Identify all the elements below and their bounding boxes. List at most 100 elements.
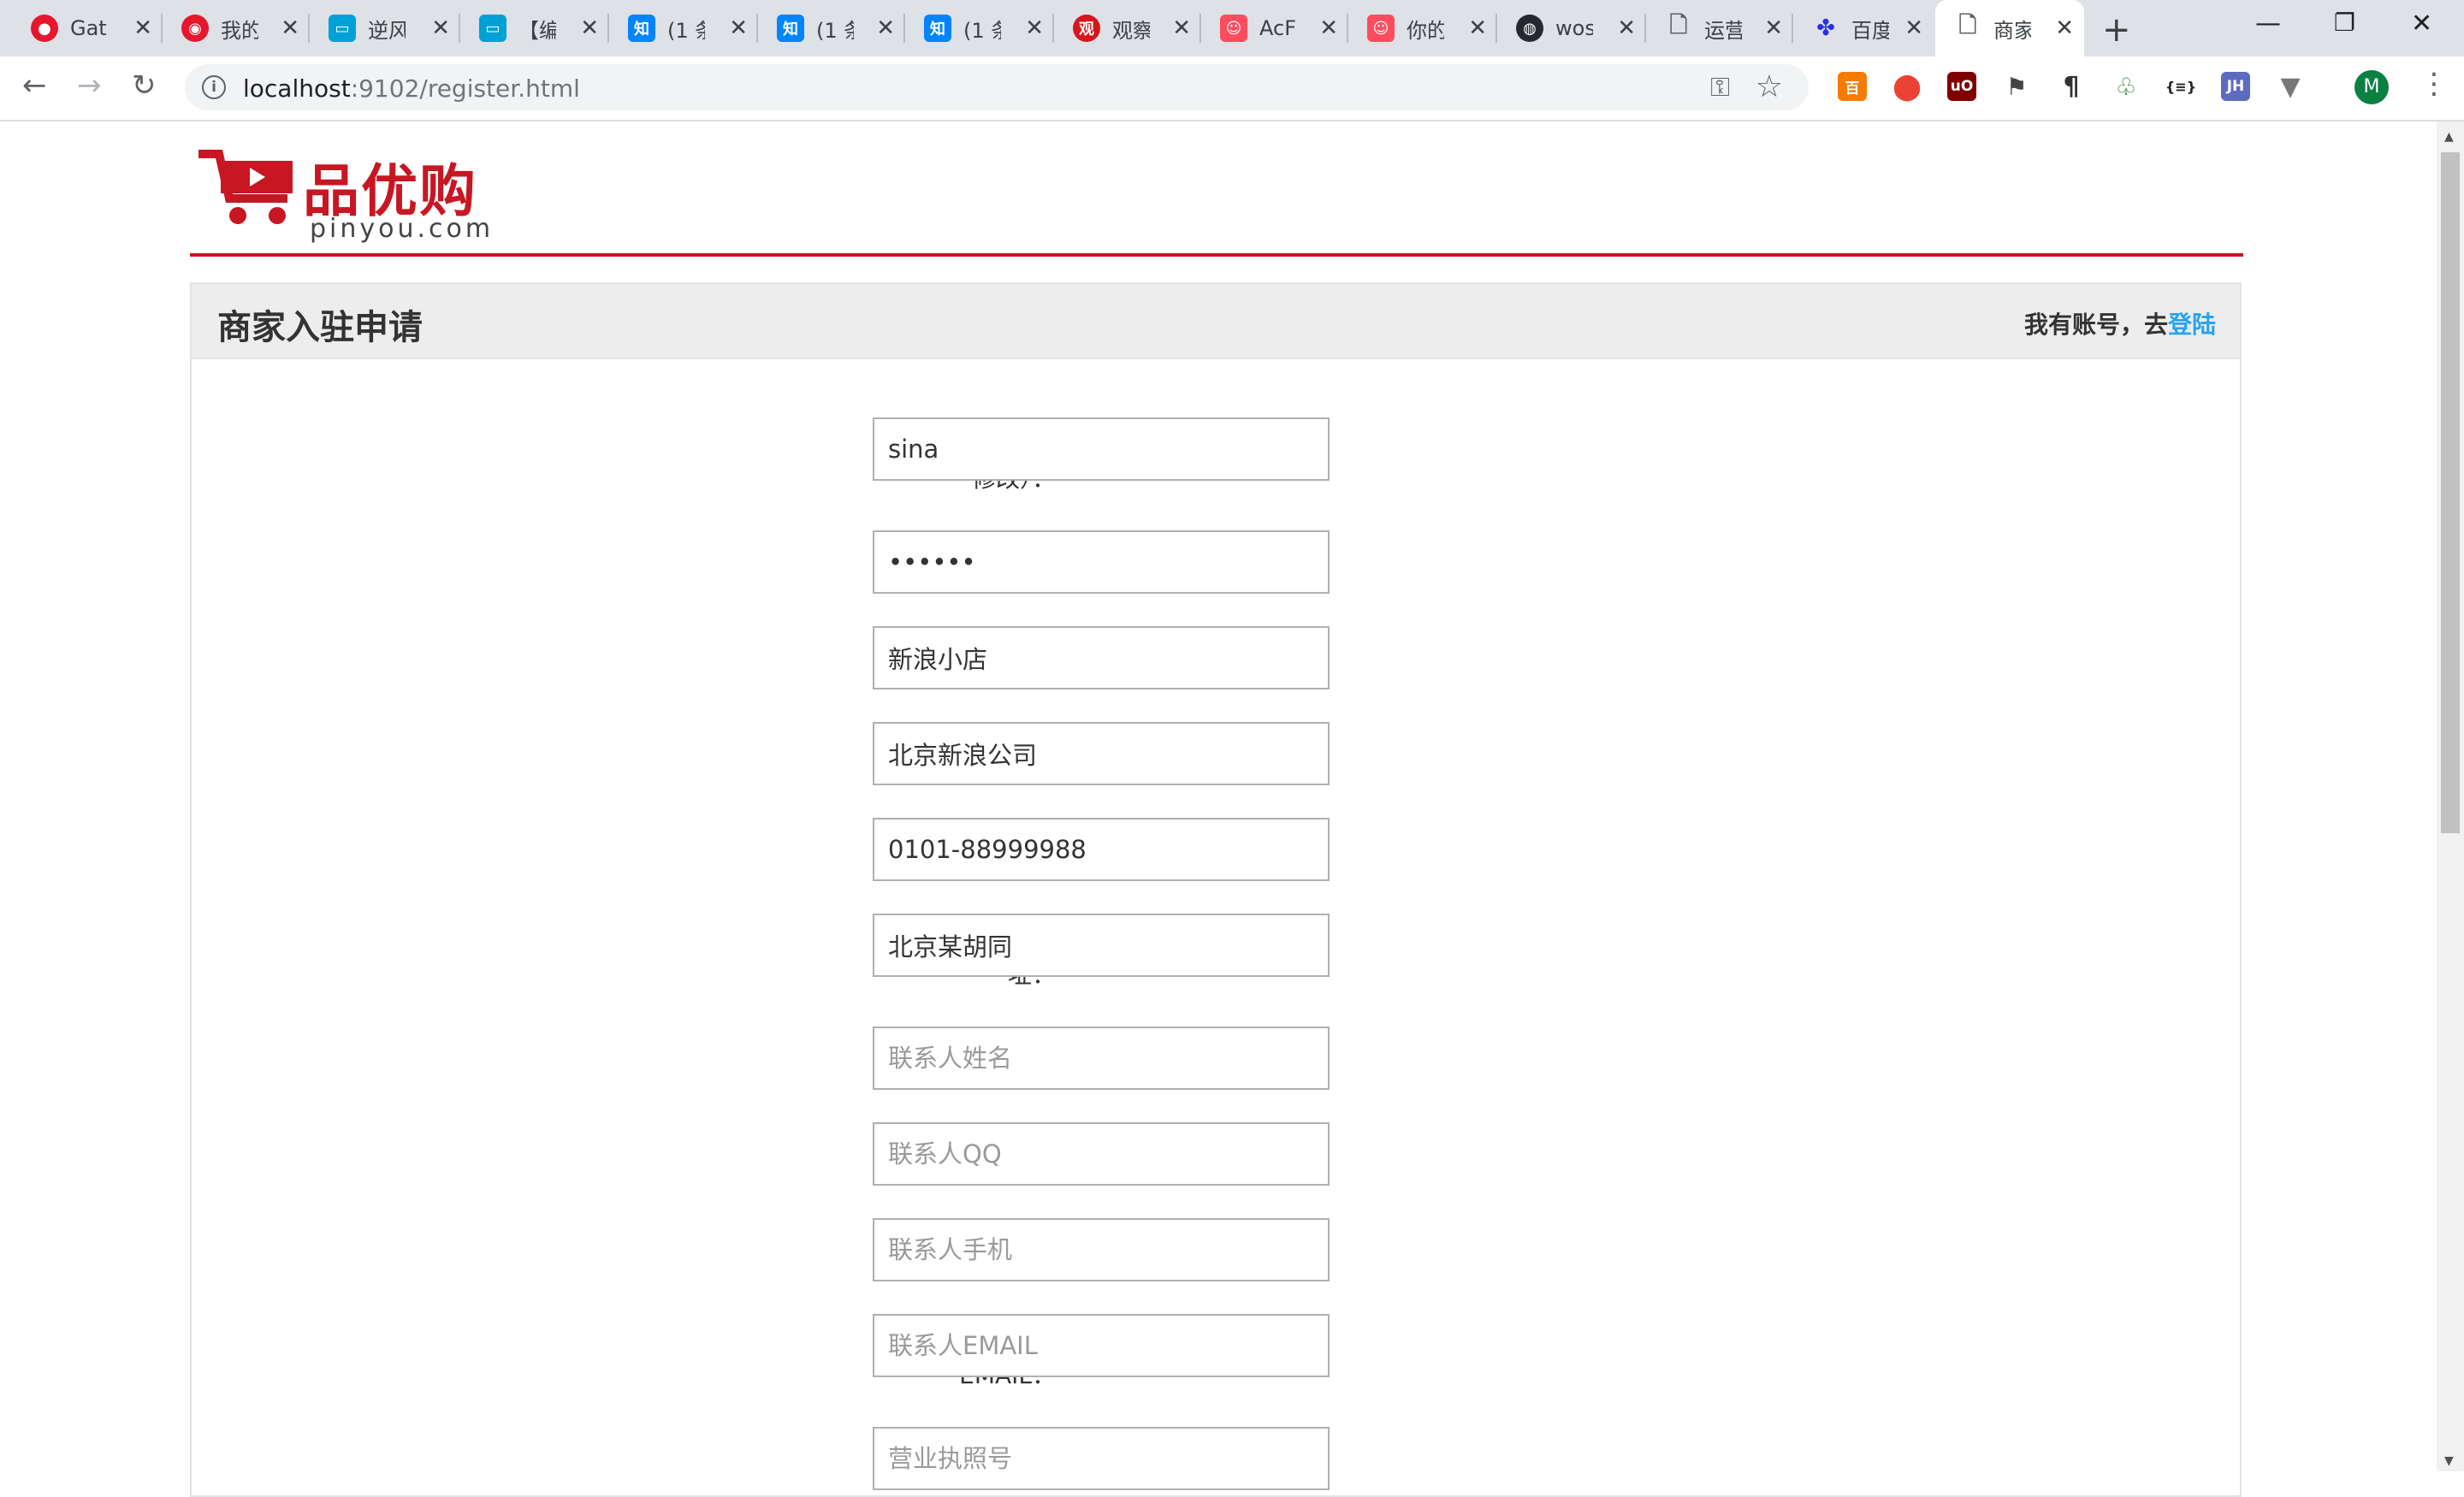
zhihu-icon: 知 [777,15,804,42]
restore-icon[interactable]: ❐ [2334,9,2355,37]
acfun-icon: ☺ [1367,15,1395,42]
tab-strip: ● Gat ✕ ◉ 我的 ✕ ▭ 逆风 ✕ ▭ 【编 ✕ 知 (1 条 ✕ 知 … [0,0,2464,56]
scrollbar-thumb[interactable] [2441,152,2460,833]
reload-icon[interactable]: ↻ [132,68,157,103]
avatar[interactable]: M [2354,70,2389,104]
kebab-menu-icon[interactable]: ⋮ [2420,67,2449,101]
contact-name-input[interactable] [873,1027,1330,1090]
login-name-input[interactable] [873,417,1330,481]
cart-logo-icon [198,150,293,224]
close-icon[interactable]: ✕ [1172,15,1191,41]
close-icon[interactable]: ✕ [729,15,748,41]
json-icon[interactable]: {≡} [2165,72,2196,101]
browser-tab[interactable]: 观 观察 ✕ [1054,0,1201,56]
close-icon[interactable]: ✕ [1025,15,1044,41]
license-number-input[interactable] [873,1427,1330,1490]
browser-tab[interactable]: 知 (1 条 ✕ [609,0,758,56]
contact-mobile-input[interactable] [873,1218,1330,1281]
ublock-icon[interactable]: uO [1947,72,1976,101]
zhihu-icon: 知 [628,15,655,42]
tab-title: 我的 [221,18,258,43]
page-content: 品优购 pinyou.com 商家入驻申请 我有账号，去登陆 登陆名（不可修改）… [0,121,2437,1497]
browser-tab[interactable]: 🗋 运营 ✕ [1646,0,1793,56]
close-icon[interactable]: ✕ [2055,15,2074,41]
tab-title: AcF [1259,16,1296,40]
close-icon[interactable]: ✕ [580,15,599,41]
url-text[interactable]: localhost:9102/register.html [243,74,580,103]
tab-title: wos [1555,16,1593,40]
panel-header: 商家入驻申请 我有账号，去登陆 [192,284,2240,359]
logo[interactable]: 品优购 pinyou.com [195,139,503,244]
pilcrow-icon[interactable]: ¶ [2057,72,2086,102]
browser-tab[interactable]: ✤ 百度 ✕ [1793,0,1934,56]
browser-tab[interactable]: 知 (1 条 ✕ [905,0,1054,56]
tab-title: 观察 [1112,18,1150,43]
company-address-input[interactable] [873,914,1330,977]
browser-tab[interactable]: ☺ AcF ✕ [1201,0,1348,56]
tab-title: 你的 [1407,18,1444,43]
browser-tab[interactable]: ☺ 你的 ✕ [1348,0,1497,56]
close-icon[interactable]: ✕ [876,15,895,41]
info-icon[interactable]: i [202,75,226,99]
scroll-down-icon[interactable]: ▼ [2444,1454,2454,1468]
browser-tab-active[interactable]: 🗋 商家 ✕ [1935,0,2084,56]
back-arrow-icon[interactable]: ← [22,68,47,103]
url-host: localhost [243,74,351,103]
shop-name-input[interactable] [873,626,1330,689]
browser-toolbar: ← → ↻ i localhost:9102/register.html ⚿ ☆… [0,56,2464,121]
login-link[interactable]: 登陆 [2168,311,2216,339]
forward-arrow-icon[interactable]: → [77,68,102,103]
extension-icon[interactable]: ▼ [2276,72,2305,102]
scrollbar[interactable]: ▲ ▼ [2437,121,2464,1471]
browser-tab[interactable]: ▭ 逆风 ✕ [310,0,460,56]
baidu-icon: ✤ [1816,15,1835,41]
document-icon: 🗋 [1669,13,1688,38]
contact-qq-input[interactable] [873,1122,1330,1186]
scroll-up-icon[interactable]: ▲ [2444,130,2454,144]
close-icon[interactable]: ✕ [431,15,450,41]
password-input[interactable] [873,530,1330,594]
new-tab-plus-icon[interactable]: + [2102,10,2131,50]
close-icon[interactable]: ✕ [281,15,299,41]
tab-title: 商家 [1993,18,2031,43]
page-title: 商家入驻申请 [217,308,423,347]
header-divider [190,253,2243,257]
tab-title: Gat [70,16,107,40]
login-prompt-text: 我有账号，去 [2023,311,2168,339]
address-bar[interactable]: i localhost:9102/register.html ⚿ ☆ [185,64,1809,110]
guancha-icon: 观 [1073,15,1100,42]
document-icon: 🗋 [1958,13,1977,38]
browser-tab[interactable]: ● Gat ✕ [12,0,163,56]
weibo-icon: ◉ [181,15,209,42]
browser-tab[interactable]: ◍ wos ✕ [1497,0,1646,56]
jh-icon[interactable]: JH [2221,72,2250,101]
company-name-input[interactable] [873,722,1330,785]
map-pin-icon[interactable]: ⬤ [1892,72,1922,102]
tab-title: (1 条 [816,18,854,43]
key-icon[interactable]: ⚿ [1710,73,1730,103]
close-icon[interactable]: ✕ [1617,15,1636,41]
close-icon[interactable]: ✕ [1319,15,1338,41]
acfun-icon: ☺ [1220,15,1247,42]
bilibili-icon: ▭ [329,15,356,42]
bookmark-star-icon[interactable]: ☆ [1756,69,1783,104]
window-close-icon[interactable]: ✕ [2411,9,2432,38]
close-icon[interactable]: ✕ [1904,15,1923,41]
extension-icon[interactable]: 百 [1838,72,1867,101]
tab-title: 百度 [1851,18,1889,43]
extension-icon[interactable]: ⚑ [2002,72,2031,101]
contact-email-input[interactable] [873,1314,1330,1377]
browser-tab[interactable]: ▭ 【编 ✕ [460,0,609,56]
close-icon[interactable]: ✕ [1468,15,1487,41]
extension-icon[interactable]: ♧ [2112,72,2141,101]
close-icon[interactable]: ✕ [1764,15,1783,41]
browser-tab[interactable]: ◉ 我的 ✕ [163,0,310,56]
browser-tab[interactable]: 知 (1 条 ✕ [758,0,905,56]
bilibili-icon: ▭ [479,15,506,42]
tab-title: 运营 [1704,18,1742,43]
minimize-icon[interactable]: — [2255,9,2281,38]
tab-title: (1 条 [667,18,705,43]
company-phone-input[interactable] [873,818,1330,881]
tab-title: 逆风 [368,18,406,43]
close-icon[interactable]: ✕ [133,15,152,41]
